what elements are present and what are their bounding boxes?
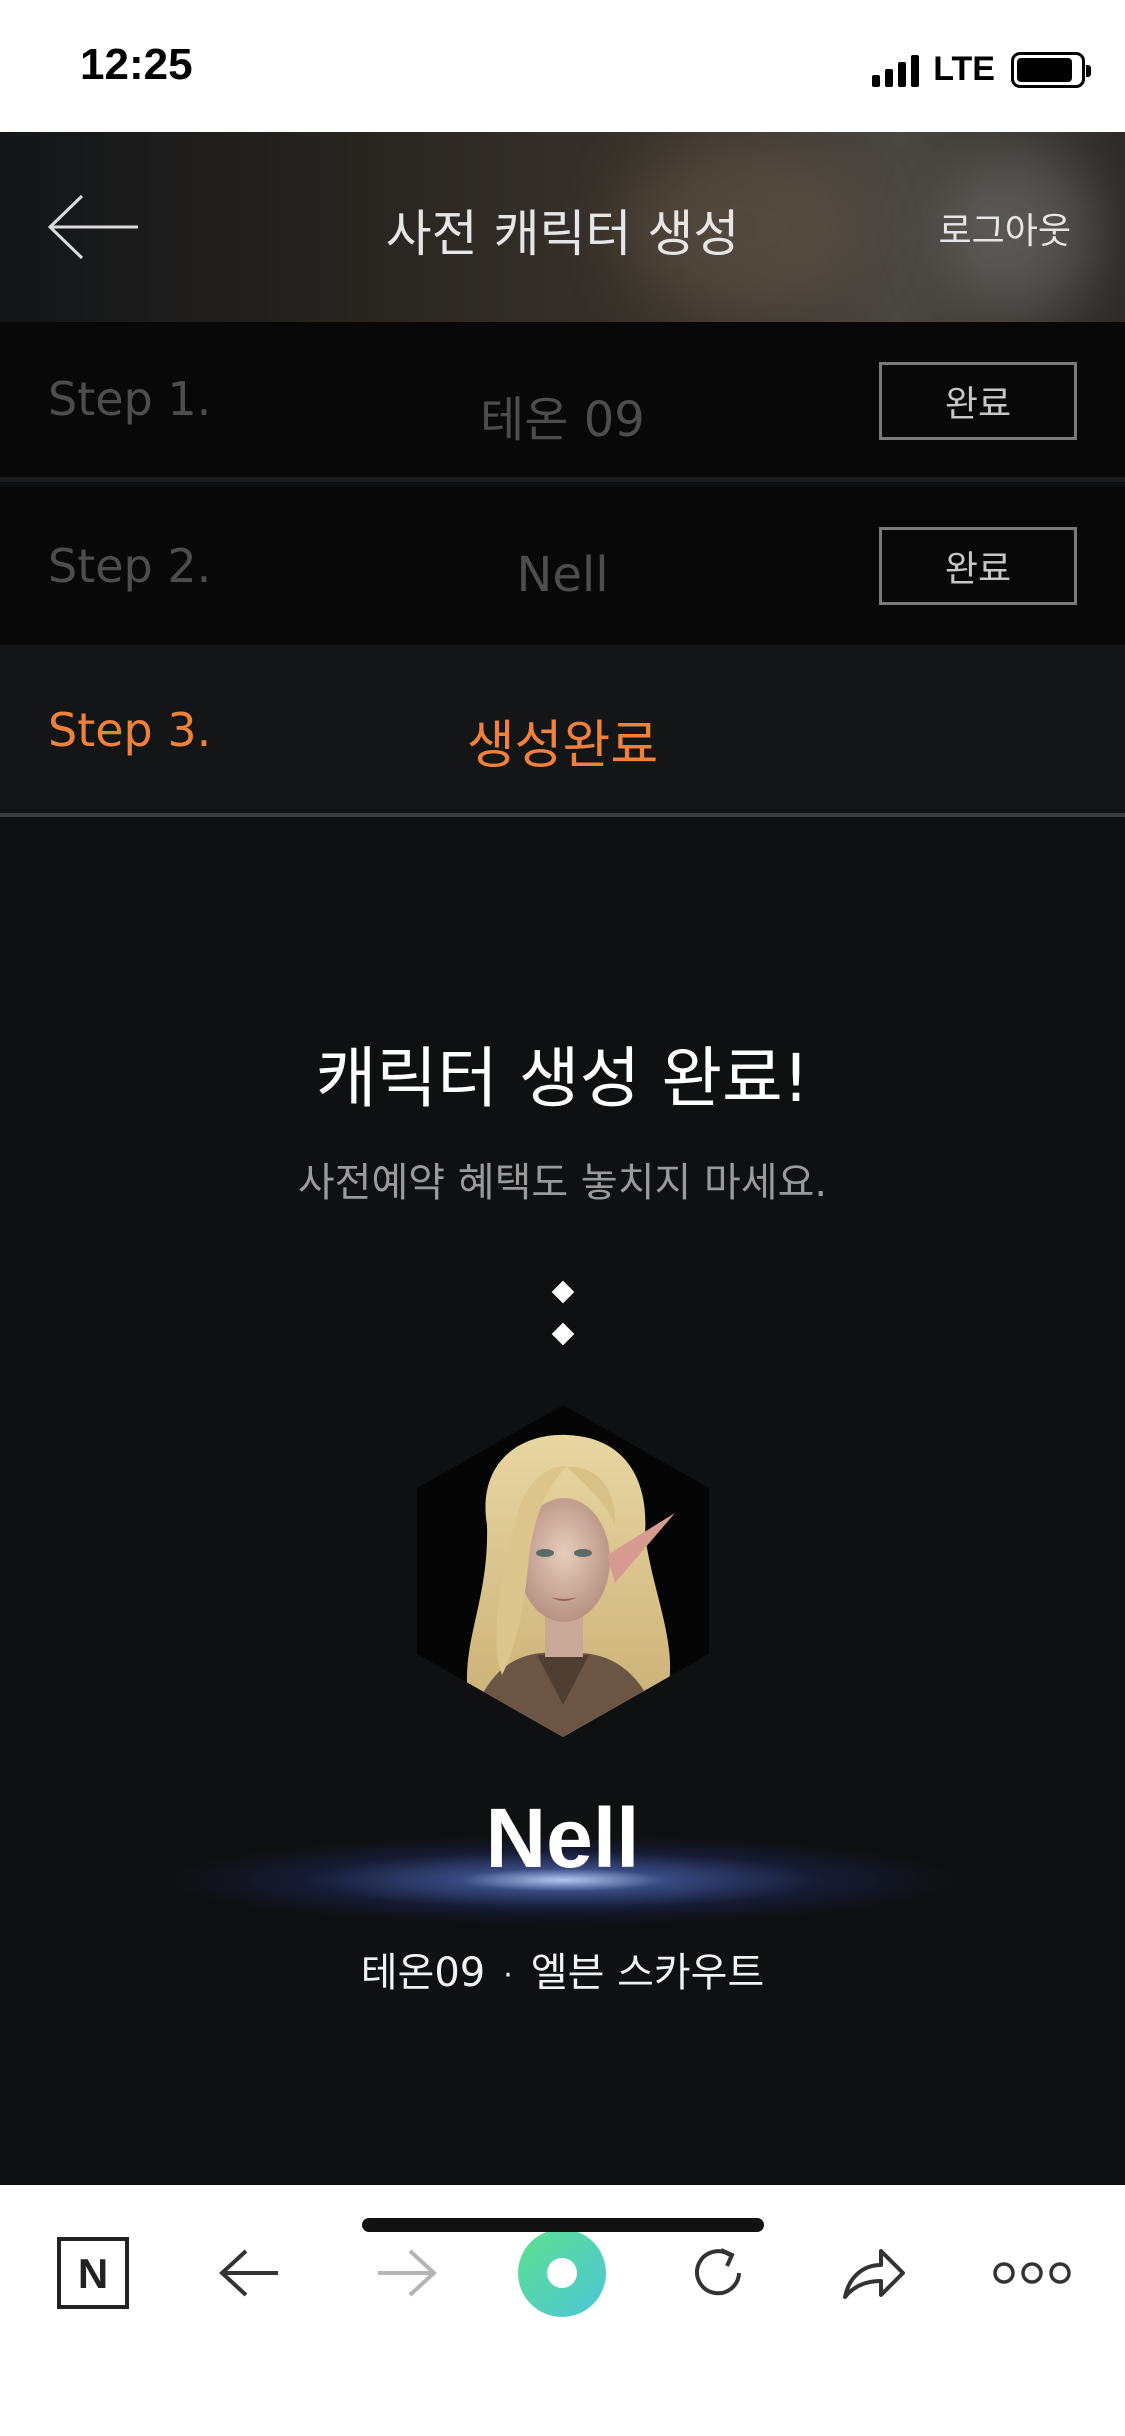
step-2-row: Step 2. Nell 완료 — [0, 487, 1125, 645]
status-bar: 12:25 LTE — [0, 0, 1125, 132]
character-name: Nell — [485, 1791, 640, 1885]
naver-n-icon[interactable]: N — [43, 2223, 143, 2323]
diamond-divider-icon — [551, 1280, 575, 1304]
step-3-value: 생성완료 — [466, 716, 659, 776]
meta-separator: · — [503, 1957, 513, 1993]
character-server: 테온09 — [360, 1950, 486, 1996]
step-2-done-button[interactable]: 완료 — [879, 527, 1077, 605]
share-icon[interactable] — [824, 2223, 924, 2323]
completion-subtitle: 사전예약 혜택도 놓치지 마세요. — [297, 1160, 828, 1206]
back-arrow-icon[interactable] — [200, 2223, 300, 2323]
step-3-row: Step 3. 생성완료 — [0, 645, 1125, 817]
svg-text:N: N — [78, 2250, 108, 2297]
green-dot-icon[interactable] — [512, 2223, 612, 2323]
page-header: 사전 캐릭터 생성 로그아웃 — [0, 132, 1125, 322]
character-meta: 테온09 · 엘븐 스카우트 — [0, 1940, 1125, 1998]
character-class: 엘븐 스카우트 — [530, 1950, 765, 1996]
completion-title: 캐릭터 생성 완료! — [315, 1040, 810, 1117]
character-portrait — [417, 1405, 709, 1737]
network-label: LTE — [933, 50, 995, 88]
status-indicators: LTE — [872, 50, 1091, 89]
diamond-divider-icon — [551, 1322, 575, 1346]
battery-icon — [1011, 51, 1091, 88]
step-1-done-button[interactable]: 완료 — [879, 362, 1077, 440]
logout-button[interactable]: 로그아웃 — [939, 202, 1071, 254]
home-indicator — [362, 2218, 764, 2232]
step-1-row: Step 1. 테온 09 완료 — [0, 322, 1125, 482]
more-icon[interactable] — [982, 2223, 1082, 2323]
status-time: 12:25 — [80, 40, 193, 89]
signal-icon — [872, 53, 920, 87]
forward-arrow-icon[interactable] — [356, 2223, 456, 2323]
refresh-icon[interactable] — [668, 2223, 768, 2323]
